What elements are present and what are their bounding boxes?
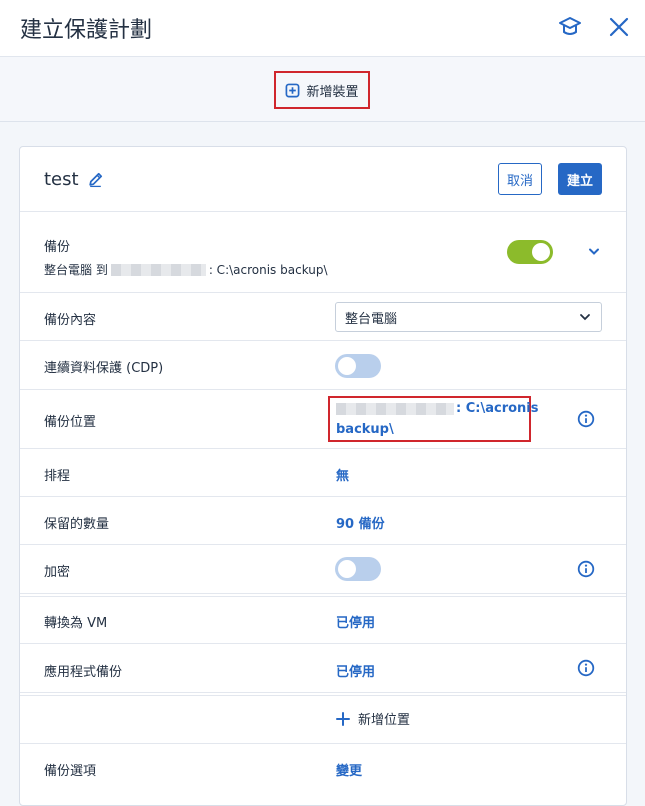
divider [20, 340, 626, 341]
toggle-knob [532, 243, 550, 261]
plan-name[interactable]: test [44, 169, 104, 190]
chevron-down-icon [580, 314, 590, 321]
toggle-knob [338, 560, 356, 578]
backup-location-path: : C:\acronis [456, 401, 539, 416]
schedule-label: 排程 [44, 469, 71, 484]
convert-vm-value[interactable]: 已停用 [336, 612, 375, 631]
retention-label: 保留的數量 [44, 517, 110, 532]
redacted-device [336, 402, 454, 415]
backup-enable-toggle[interactable] [507, 240, 553, 264]
retention-value[interactable]: 90 備份 [336, 513, 385, 532]
redacted-device [110, 263, 206, 276]
plus-icon [336, 711, 350, 726]
divider [20, 544, 626, 545]
divider [20, 643, 626, 644]
backup-location-value[interactable]: : C:\acronis [336, 401, 538, 416]
toggle-knob [338, 357, 356, 375]
divider [20, 292, 626, 293]
info-icon[interactable] [577, 410, 595, 428]
backup-content-select[interactable]: 整台電腦 [335, 302, 602, 332]
backup-content-value: 整台電腦 [345, 311, 398, 327]
plan-name-text: test [44, 169, 79, 190]
backup-content-label: 備份內容 [44, 313, 97, 328]
create-button[interactable]: 建立 [558, 163, 602, 195]
graduation-cap-icon[interactable] [558, 15, 582, 39]
divider [20, 596, 626, 597]
cancel-button[interactable]: 取消 [498, 163, 542, 195]
app-backup-value[interactable]: 已停用 [336, 661, 375, 680]
info-icon[interactable] [577, 659, 595, 677]
backup-summary-suffix: : C:\acronis backup\ [208, 262, 328, 277]
backup-summary-prefix: 整台電腦 到 [44, 263, 108, 277]
plus-square-icon [286, 83, 300, 97]
add-device-button[interactable]: 新增裝置 [274, 71, 370, 109]
cdp-label: 連續資料保護 (CDP) [44, 361, 164, 376]
encryption-toggle[interactable] [335, 557, 381, 581]
schedule-value[interactable]: 無 [336, 465, 349, 484]
page-title: 建立保護計劃 [20, 18, 153, 43]
divider [20, 389, 626, 390]
add-location-label: 新增位置 [358, 713, 411, 728]
add-location-button[interactable]: 新增位置 [336, 709, 410, 728]
divider [20, 743, 626, 744]
chevron-down-icon[interactable] [587, 246, 601, 258]
convert-vm-label: 轉換為 VM [44, 616, 108, 631]
backup-location-label: 備份位置 [44, 415, 97, 430]
divider [20, 496, 626, 497]
divider [20, 211, 626, 212]
divider [20, 695, 626, 696]
close-icon[interactable] [607, 15, 631, 39]
backup-options-change-link[interactable]: 變更 [336, 760, 362, 779]
app-backup-label: 應用程式備份 [44, 665, 123, 680]
divider [20, 448, 626, 449]
divider [20, 593, 626, 594]
pencil-icon[interactable] [87, 171, 104, 188]
cdp-toggle[interactable] [335, 354, 381, 378]
backup-summary: 整台電腦 到 : C:\acronis backup\ [44, 261, 328, 278]
divider [20, 692, 626, 693]
add-device-label: 新增裝置 [306, 84, 359, 100]
backup-section-title: 備份 [44, 240, 71, 255]
backup-location-path-line2[interactable]: backup\ [336, 422, 394, 437]
backup-options-label: 備份選項 [44, 764, 97, 779]
info-icon[interactable] [577, 560, 595, 578]
encryption-label: 加密 [44, 565, 71, 580]
